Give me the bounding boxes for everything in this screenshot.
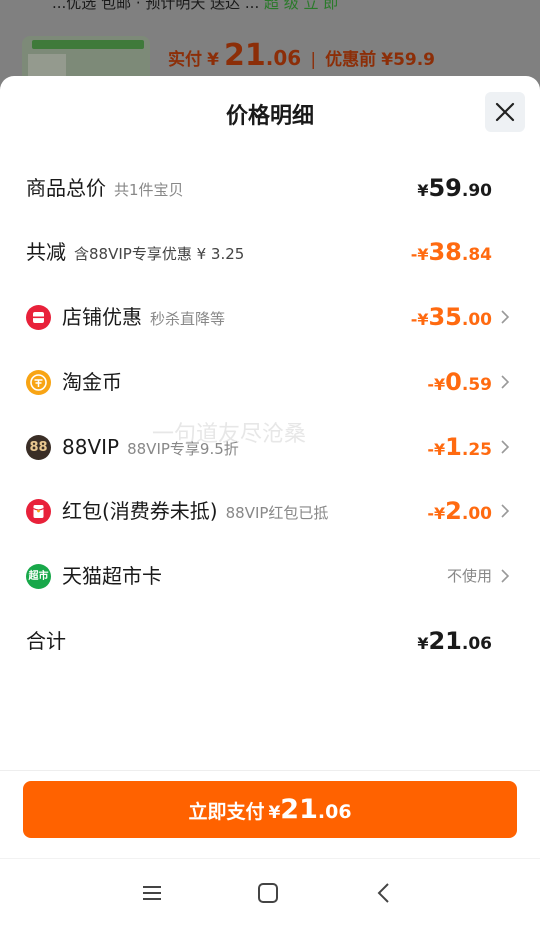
back-button[interactable] bbox=[370, 879, 398, 907]
row-goods-total: 商品总价 共1件宝贝 ¥59.90 bbox=[0, 168, 540, 208]
recent-apps-button[interactable] bbox=[138, 879, 166, 907]
row-value: -¥2.00 bbox=[427, 497, 492, 525]
pay-now-button[interactable]: 立即支付 ¥21.06 bbox=[23, 781, 517, 838]
row-value: 不使用 bbox=[446, 567, 492, 585]
row-value: -¥0.59 bbox=[427, 368, 492, 396]
system-navigation-bar bbox=[0, 859, 540, 926]
row-shop-discount[interactable]: 店铺优惠 秒杀直降等 -¥35.00 bbox=[0, 297, 540, 337]
row-label: 合计 bbox=[26, 629, 66, 653]
row-grand-total: 合计 ¥21.06 bbox=[0, 621, 540, 661]
home-button[interactable] bbox=[254, 879, 282, 907]
vip88-icon: 88 bbox=[26, 435, 51, 460]
chevron-right-icon bbox=[501, 440, 510, 454]
row-value: ¥21.06 bbox=[417, 627, 492, 655]
background-delivery-line: ...优选 包邮 · 预计明天 送达 ... 超 级 立 即 bbox=[52, 0, 339, 12]
row-value: ¥59.90 bbox=[417, 174, 492, 202]
row-sub: 88VIP红包已抵 bbox=[225, 504, 329, 522]
home-square-icon bbox=[258, 883, 278, 903]
row-value: -¥38.84 bbox=[410, 238, 492, 266]
row-tmall-supermarket-card[interactable]: 超市 天猫超市卡 不使用 bbox=[0, 556, 540, 596]
watermark-text: 一句道友尽沧桑 bbox=[152, 422, 307, 447]
row-value: -¥35.00 bbox=[410, 303, 492, 331]
pay-button-label: 立即支付 bbox=[188, 801, 265, 823]
divider bbox=[0, 770, 540, 771]
price-detail-sheet: 价格明细 商品总价 共1件宝贝 ¥59.90 共减 含88VIP专享优惠 ¥ 3.2… bbox=[0, 76, 540, 926]
row-label: 商品总价 bbox=[26, 176, 106, 200]
row-label: 红包(消费券未抵) bbox=[62, 499, 218, 523]
row-total-discount: 共减 含88VIP专享优惠 ¥ 3.25 -¥38.84 bbox=[0, 232, 540, 272]
close-icon bbox=[495, 102, 515, 122]
taojinbi-coin-icon bbox=[26, 370, 51, 395]
row-taojinbi[interactable]: 淘金币 -¥0.59 bbox=[0, 362, 540, 402]
row-label: 天猫超市卡 bbox=[62, 564, 162, 588]
chevron-right-icon bbox=[501, 569, 510, 583]
row-red-packet[interactable]: 红包(消费券未抵) 88VIP红包已抵 -¥2.00 bbox=[0, 491, 540, 531]
back-chevron-icon bbox=[377, 883, 389, 903]
row-label: 淘金币 bbox=[62, 370, 122, 394]
row-label: 共减 bbox=[26, 240, 66, 264]
chevron-right-icon bbox=[501, 375, 510, 389]
tmall-supermarket-icon: 超市 bbox=[26, 564, 51, 589]
chevron-right-icon bbox=[501, 504, 510, 518]
row-value: -¥1.25 bbox=[427, 433, 492, 461]
red-packet-icon bbox=[26, 499, 51, 524]
shop-discount-icon bbox=[26, 305, 51, 330]
row-label: 店铺优惠 bbox=[62, 305, 142, 329]
menu-icon bbox=[143, 886, 161, 900]
row-label: 88VIP bbox=[62, 435, 120, 459]
background-price-summary: 实付 ¥ 21.06 | 优惠前 ¥59.9 bbox=[168, 38, 436, 73]
row-sub: 共1件宝贝 bbox=[114, 181, 184, 199]
close-button[interactable] bbox=[485, 92, 525, 132]
sheet-title: 价格明细 bbox=[225, 104, 314, 129]
row-sub: 含88VIP专享优惠 ¥ 3.25 bbox=[74, 245, 245, 263]
row-sub: 秒杀直降等 bbox=[150, 310, 226, 328]
chevron-right-icon bbox=[501, 310, 510, 324]
